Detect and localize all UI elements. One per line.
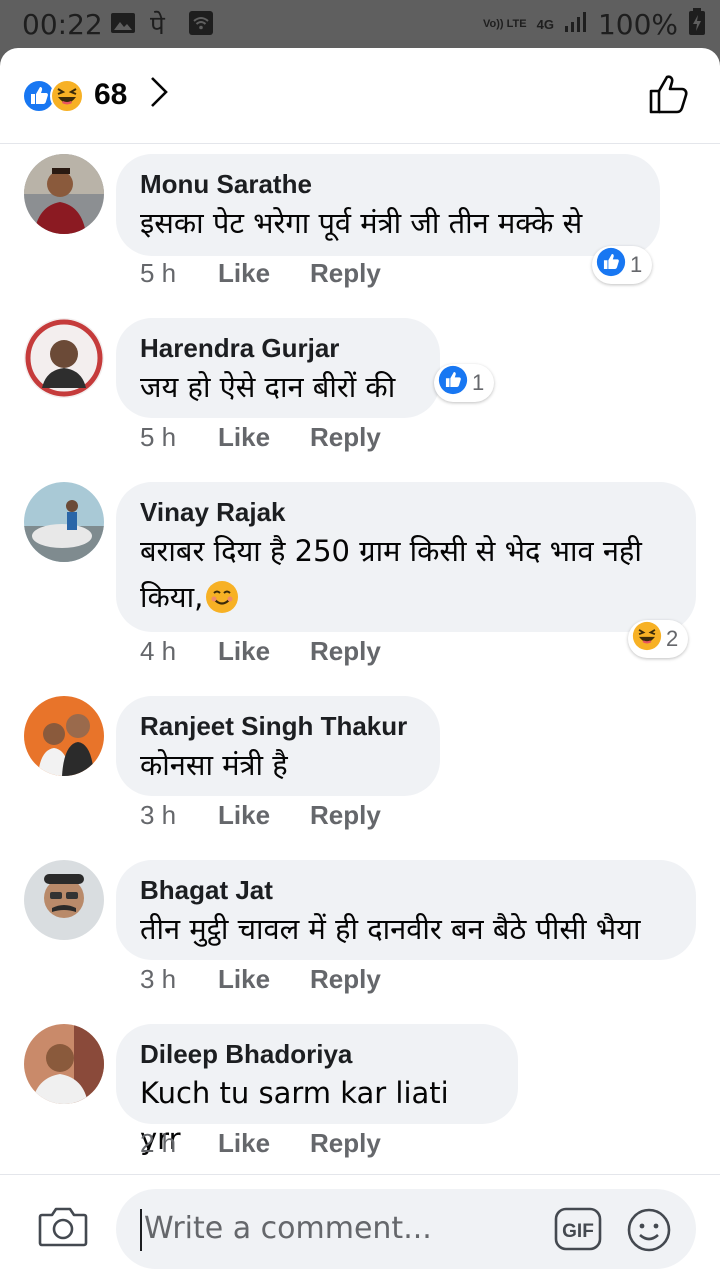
app-glyph: पे <box>150 10 165 40</box>
smiley-icon <box>626 1208 672 1257</box>
haha-icon <box>50 78 84 118</box>
smile-emoji-icon <box>205 580 239 614</box>
comment-actions: 3 h Like Reply <box>140 964 381 995</box>
text-cursor <box>140 1209 142 1251</box>
signal-icon <box>564 11 588 38</box>
like-button[interactable]: Like <box>218 1128 310 1159</box>
reply-button[interactable]: Reply <box>310 422 381 453</box>
comment-author[interactable]: Bhagat Jat <box>140 874 670 906</box>
comment-bubble[interactable]: Dileep Bhadoriya Kuch tu sarm kar liati … <box>116 1024 518 1156</box>
reaction-count: 1 <box>630 252 643 277</box>
camera-icon <box>38 1207 88 1253</box>
comment-text: इसका पेट भरेगा पूर्व मंत्री जी तीन मक्के… <box>140 206 583 240</box>
comment-reaction-badge[interactable]: 1 <box>592 246 653 284</box>
gallery-icon <box>110 10 136 41</box>
like-button[interactable]: Like <box>218 964 310 995</box>
gif-label: GIF <box>562 1221 594 1242</box>
like-icon <box>438 365 468 401</box>
comment-author[interactable]: Dileep Bhadoriya <box>140 1038 492 1070</box>
reaction-count: 1 <box>472 370 485 395</box>
comment-reaction-badge[interactable]: 1 <box>434 364 495 402</box>
comment-text: जय हो ऐसे दान बीरों की <box>140 370 396 404</box>
thumbs-up-outline-icon <box>648 75 692 120</box>
reply-button[interactable]: Reply <box>310 964 381 995</box>
comment-bubble[interactable]: Monu Sarathe इसका पेट भरेगा पूर्व मंत्री… <box>116 154 660 256</box>
comment-bubble[interactable]: Bhagat Jat तीन मुट्ठी चावल में ही दानवीर… <box>116 860 696 960</box>
status-bar: 00:22 पे Vo)) LTE 4G 100% <box>0 0 720 48</box>
battery-charging-icon <box>688 8 706 41</box>
reply-button[interactable]: Reply <box>310 800 381 831</box>
comment-text: कोनसा मंत्री है <box>140 748 288 782</box>
comment-bubble[interactable]: Ranjeet Singh Thakur कोनसा मंत्री है <box>116 696 440 796</box>
reaction-count: 68 <box>94 77 128 111</box>
comment-time: 4 h <box>140 636 177 666</box>
comment-time: 5 h <box>140 258 177 288</box>
reply-button[interactable]: Reply <box>310 258 381 289</box>
comment-text: तीन मुट्ठी चावल में ही दानवीर बन बैठे पी… <box>140 912 641 946</box>
avatar[interactable] <box>24 860 104 940</box>
status-time: 00:22 <box>22 8 103 41</box>
comment-composer: Write a comment... GIF <box>0 1174 720 1280</box>
comment-text: बराबर दिया है 250 ग्राम किसी से भेद भाव … <box>140 534 642 568</box>
haha-icon <box>632 621 662 657</box>
comment-actions: 4 h Like Reply <box>140 636 381 667</box>
comment-text-line2: किया, <box>140 580 204 614</box>
chevron-right-icon <box>149 76 169 113</box>
avatar[interactable] <box>24 1024 104 1104</box>
comment-time: 3 h <box>140 800 177 830</box>
avatar[interactable] <box>24 696 104 776</box>
comment-input-placeholder: Write a comment... <box>144 1211 432 1246</box>
like-button[interactable]: Like <box>218 800 310 831</box>
gif-button[interactable]: GIF <box>554 1207 602 1256</box>
wifi-box-icon <box>188 10 214 41</box>
avatar[interactable] <box>24 482 104 562</box>
like-button[interactable]: Like <box>218 636 310 667</box>
comment-actions: 5 h Like Reply <box>140 422 381 453</box>
comment-actions: 5 h Like Reply <box>140 258 381 289</box>
avatar[interactable] <box>24 154 104 234</box>
comments-header: 68 <box>0 48 720 144</box>
comment-author[interactable]: Monu Sarathe <box>140 168 634 200</box>
like-post-button[interactable] <box>648 72 692 121</box>
like-icon <box>596 247 626 283</box>
reaction-summary-button[interactable]: 68 <box>22 76 169 113</box>
comment-reaction-badge[interactable]: 2 <box>628 620 689 658</box>
comment-actions: 3 h Like Reply <box>140 800 381 831</box>
comment-bubble[interactable]: Harendra Gurjar जय हो ऐसे दान बीरों की <box>116 318 440 418</box>
camera-button[interactable] <box>38 1205 88 1254</box>
like-button[interactable]: Like <box>218 422 310 453</box>
comment-time: 2 h <box>140 1128 177 1158</box>
comment-author[interactable]: Vinay Rajak <box>140 496 670 528</box>
network-type: 4G <box>536 17 554 32</box>
battery-percent: 100% <box>597 8 678 41</box>
comments-sheet: 68 Monu Sarathe इसका पेट भरेगा पूर्व मंत… <box>0 48 720 1280</box>
reply-button[interactable]: Reply <box>310 1128 381 1159</box>
comment-bubble[interactable]: Vinay Rajak बराबर दिया है 250 ग्राम किसी… <box>116 482 696 632</box>
comment-input-field[interactable]: Write a comment... GIF <box>116 1189 696 1269</box>
comment-author[interactable]: Harendra Gurjar <box>140 332 414 364</box>
comment-time: 3 h <box>140 964 177 994</box>
emoji-button[interactable] <box>626 1207 672 1258</box>
comment-actions: 2 h Like Reply <box>140 1128 381 1159</box>
like-button[interactable]: Like <box>218 258 310 289</box>
reaction-count: 2 <box>666 626 679 651</box>
volte-badge: Vo)) LTE <box>483 18 527 30</box>
comment-time: 5 h <box>140 422 177 452</box>
reply-button[interactable]: Reply <box>310 636 381 667</box>
comment-author[interactable]: Ranjeet Singh Thakur <box>140 710 414 742</box>
avatar[interactable] <box>24 318 104 398</box>
